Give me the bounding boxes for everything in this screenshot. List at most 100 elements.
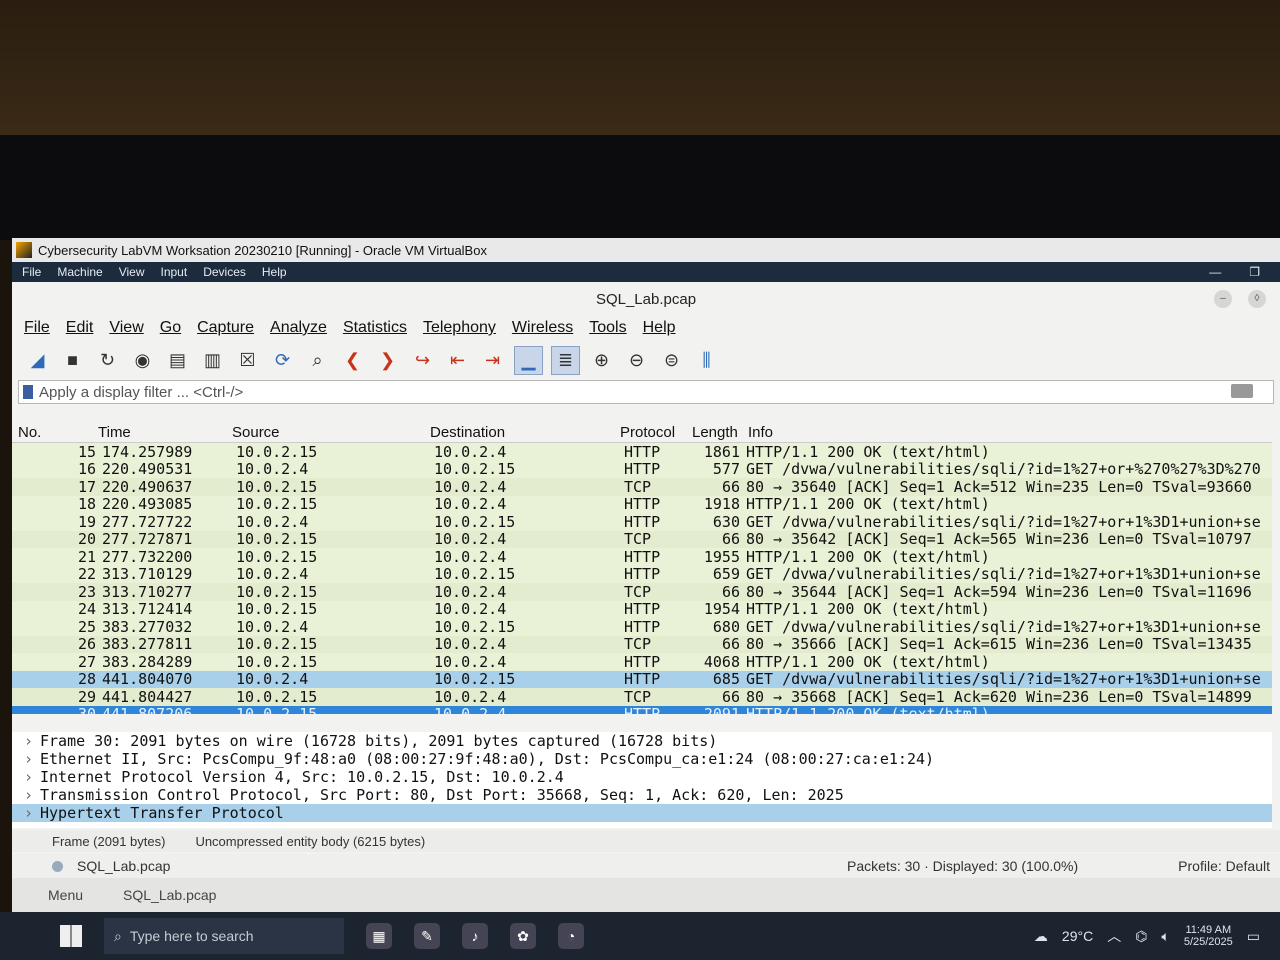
menu-wireless[interactable]: Wireless xyxy=(512,319,573,337)
menu-edit[interactable]: Edit xyxy=(66,319,94,337)
packet-row[interactable]: 26 383.277811 10.0.2.15 10.0.2.4 TCP 66 80 → 3… xyxy=(12,635,1272,654)
packet-row[interactable]: 16 220.490531 10.0.2.4 10.0.2.15 HTTP 577 GET … xyxy=(12,460,1272,478)
display-filter-bar[interactable]: Apply a display filter ... <Ctrl-/> xyxy=(18,380,1274,404)
notification-icon[interactable]: ▭ xyxy=(1247,928,1260,945)
vbox-menu-help[interactable]: Help xyxy=(262,265,287,279)
open-file-icon[interactable]: ▤ xyxy=(164,347,191,374)
taskbar-search-input[interactable]: Type here to search xyxy=(130,928,254,944)
expert-info-icon[interactable] xyxy=(52,860,63,872)
packet-row[interactable]: 19 277.727722 10.0.2.4 10.0.2.15 HTTP 630 GET … xyxy=(12,513,1272,531)
normal-size-icon[interactable]: ⊜ xyxy=(658,347,685,374)
minimize-icon[interactable]: — xyxy=(1209,265,1221,279)
menu-capture[interactable]: Capture xyxy=(197,319,254,337)
vbox-menu-machine[interactable]: Machine xyxy=(57,265,102,279)
menu-tools[interactable]: Tools xyxy=(589,319,626,337)
packet-length: 66 xyxy=(721,635,740,654)
menu-statistics[interactable]: Statistics xyxy=(343,319,407,337)
col-header-info[interactable]: Info xyxy=(748,424,1272,441)
tab-frame-bytes[interactable]: Frame (2091 bytes) xyxy=(52,834,165,849)
find-packet-icon[interactable]: ⌕ xyxy=(304,347,331,374)
menu-file[interactable]: File xyxy=(24,319,50,337)
task-view-icon[interactable]: ▦ xyxy=(366,923,392,949)
weather-icon[interactable]: ☁ xyxy=(1034,928,1048,945)
chatgpt-icon[interactable]: ✿ xyxy=(510,923,536,949)
detail-ipv4[interactable]: Internet Protocol Version 4, Src: 10.0.2… xyxy=(12,768,1272,786)
autoscroll-icon[interactable]: ▁ xyxy=(514,345,543,375)
reload-file-icon[interactable]: ⟳ xyxy=(269,347,296,374)
packet-row[interactable]: 15 174.257989 10.0.2.15 10.0.2.4 HTTP 1861 HTT… xyxy=(12,443,1272,461)
windows-start-icon[interactable] xyxy=(60,925,82,947)
app-icon-1[interactable]: ✎ xyxy=(414,923,440,949)
status-profile[interactable]: Profile: Default xyxy=(1178,858,1270,874)
weather-temp[interactable]: 29°C xyxy=(1062,928,1093,944)
packet-row[interactable]: 24 313.712414 10.0.2.15 10.0.2.4 HTTP 1954 HTT… xyxy=(12,600,1272,619)
detail-ethernet[interactable]: Ethernet II, Src: PcsCompu_9f:48:a0 (08:… xyxy=(12,750,1272,768)
start-capture-icon[interactable]: ◢ xyxy=(24,347,51,374)
zoom-in-icon[interactable]: ⊕ xyxy=(588,347,615,374)
last-packet-icon[interactable]: ⇥ xyxy=(479,347,506,374)
packet-row[interactable]: 29 441.804427 10.0.2.15 10.0.2.4 TCP 66 80 → 3… xyxy=(12,688,1272,706)
tiktok-icon[interactable]: ♪ xyxy=(462,923,488,949)
tab-uncompressed-body[interactable]: Uncompressed entity body (6215 bytes) xyxy=(195,834,425,849)
packet-row[interactable]: 18 220.493085 10.0.2.15 10.0.2.4 HTTP 1918 HTT… xyxy=(12,495,1272,513)
menu-help[interactable]: Help xyxy=(643,319,676,337)
packet-row[interactable]: 27 383.284289 10.0.2.15 10.0.2.4 HTTP 4068 HTT… xyxy=(12,653,1272,671)
packet-row[interactable]: 25 383.277032 10.0.2.4 10.0.2.15 HTTP 680 GET … xyxy=(12,618,1272,636)
vm-task-sql-lab[interactable]: SQL_Lab.pcap xyxy=(123,887,216,903)
window-restore-icon[interactable]: ◊ xyxy=(1248,290,1266,308)
col-header-time[interactable]: Time xyxy=(98,424,232,441)
menu-telephony[interactable]: Telephony xyxy=(423,319,496,337)
packet-row[interactable]: 23 313.710277 10.0.2.15 10.0.2.4 TCP 66 80 → 3… xyxy=(12,583,1272,601)
go-to-packet-icon[interactable]: ↪ xyxy=(409,347,436,374)
vm-menu-button[interactable]: Menu xyxy=(48,887,83,903)
col-header-source[interactable]: Source xyxy=(232,424,430,441)
stop-capture-icon[interactable]: ■ xyxy=(59,347,86,374)
restart-capture-icon[interactable]: ↻ xyxy=(94,347,121,374)
packet-row[interactable]: 28 441.804070 10.0.2.4 10.0.2.15 HTTP 685 GET … xyxy=(12,670,1272,688)
resize-columns-icon[interactable]: ⫼ xyxy=(693,347,720,374)
packet-row[interactable]: 21 277.732200 10.0.2.15 10.0.2.4 HTTP 1955 HTT… xyxy=(12,548,1272,566)
next-packet-icon[interactable]: ❯ xyxy=(374,347,401,374)
menu-go[interactable]: Go xyxy=(160,319,181,337)
packet-row[interactable]: 30441.80720610.0.2.1510.0.2.4HTTP2091HTT… xyxy=(12,705,1272,714)
col-header-protocol[interactable]: Protocol xyxy=(620,424,692,441)
detail-http[interactable]: Hypertext Transfer Protocol xyxy=(12,804,1272,822)
tray-chevron-icon[interactable]: ︿ xyxy=(1107,926,1121,946)
display-filter-input[interactable]: Apply a display filter ... <Ctrl-/> xyxy=(39,384,243,401)
previous-packet-icon[interactable]: ❮ xyxy=(339,347,366,374)
browser-icon[interactable]: ◔ xyxy=(558,923,584,949)
detail-frame[interactable]: Frame 30: 2091 bytes on wire (16728 bits… xyxy=(12,732,1272,750)
zoom-out-icon[interactable]: ⊖ xyxy=(623,347,650,374)
virtualbox-menubar: File Machine View Input Devices Help — ❐ xyxy=(12,262,1280,282)
col-header-length[interactable]: Length xyxy=(692,424,748,441)
detail-tcp[interactable]: Transmission Control Protocol, Src Port:… xyxy=(12,786,1272,804)
clock[interactable]: 11:49 AM 5/25/2025 xyxy=(1184,924,1233,948)
maximize-icon[interactable]: ❐ xyxy=(1249,265,1260,279)
vbox-menu-view[interactable]: View xyxy=(119,265,145,279)
window-minimize-icon[interactable]: – xyxy=(1214,290,1232,308)
vbox-menu-devices[interactable]: Devices xyxy=(203,265,246,279)
save-file-icon[interactable]: ▥ xyxy=(199,347,226,374)
colorize-icon[interactable]: ≣ xyxy=(551,345,580,375)
col-header-destination[interactable]: Destination xyxy=(430,424,620,441)
vbox-menu-input[interactable]: Input xyxy=(161,265,188,279)
packet-info: HTTP/1.1 200 OK (text/html) xyxy=(746,600,990,619)
packet-row[interactable]: 20 277.727871 10.0.2.15 10.0.2.4 TCP 66 80 → 3… xyxy=(12,530,1272,549)
apply-filter-icon[interactable] xyxy=(1231,384,1253,398)
packet-row[interactable]: 17 220.490637 10.0.2.15 10.0.2.4 TCP 66 80 → 3… xyxy=(12,478,1272,496)
col-header-no[interactable]: No. xyxy=(12,424,98,441)
packet-protocol: TCP xyxy=(624,530,652,549)
capture-options-icon[interactable]: ◉ xyxy=(129,347,156,374)
menu-analyze[interactable]: Analyze xyxy=(270,319,327,337)
bookmark-icon[interactable] xyxy=(23,385,33,399)
packet-rows: 15 174.257989 10.0.2.15 10.0.2.4 HTTP 1861 HTT… xyxy=(12,443,1272,714)
packet-info: 80 → 35666 [ACK] Seq=1 Ack=615 Win=236 L… xyxy=(746,635,1252,654)
first-packet-icon[interactable]: ⇤ xyxy=(444,347,471,374)
menu-view[interactable]: View xyxy=(109,319,143,337)
volume-icon[interactable]: 🔈︎ xyxy=(1161,928,1169,945)
close-file-icon[interactable]: ☒ xyxy=(234,347,261,374)
vbox-menu-file[interactable]: File xyxy=(22,265,41,279)
taskbar-search-box[interactable]: ⌕ Type here to search xyxy=(104,918,344,954)
packet-row[interactable]: 22 313.710129 10.0.2.4 10.0.2.15 HTTP 659 GET … xyxy=(12,565,1272,583)
network-icon[interactable]: ⌬ xyxy=(1135,928,1147,945)
